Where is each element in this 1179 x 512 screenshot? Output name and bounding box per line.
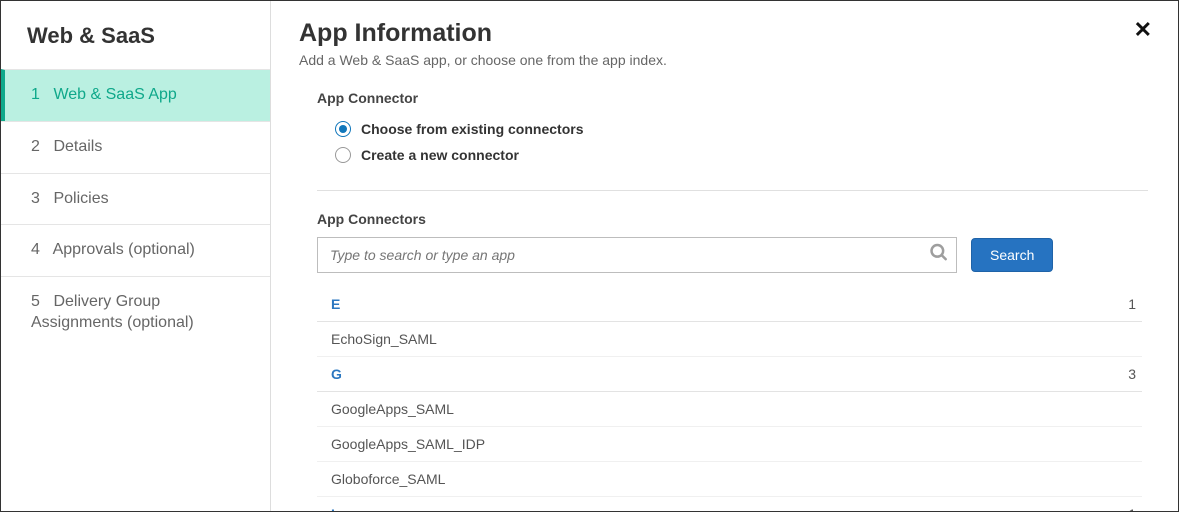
list-item[interactable]: GoogleApps_SAML_IDP	[317, 427, 1142, 462]
search-row: Search	[299, 237, 1148, 273]
app-connector-label: App Connector	[299, 90, 1148, 106]
step-label: Policies	[53, 190, 108, 207]
list-group-header[interactable]: L 1	[317, 497, 1142, 511]
list-group-header[interactable]: E 1	[317, 287, 1142, 322]
sidebar-title: Web & SaaS	[1, 1, 270, 69]
group-count: 3	[1128, 366, 1136, 382]
group-letter: G	[331, 366, 342, 382]
page-subtitle: Add a Web & SaaS app, or choose one from…	[299, 52, 1148, 68]
close-button[interactable]: ✕	[1134, 19, 1152, 41]
radio-new-connector[interactable]: Create a new connector	[335, 142, 1148, 168]
step-number: 2	[31, 137, 49, 158]
wizard-step-policies[interactable]: 3 Policies	[1, 173, 270, 225]
step-number: 1	[31, 85, 49, 106]
wizard-step-delivery-groups[interactable]: 5 Delivery Group Assignments (optional)	[1, 276, 270, 349]
step-label: Delivery Group Assignments (optional)	[31, 293, 194, 331]
list-group-header[interactable]: G 3	[317, 357, 1142, 392]
radio-label: Create a new connector	[361, 147, 519, 163]
close-icon: ✕	[1134, 17, 1152, 42]
step-label: Web & SaaS App	[53, 86, 176, 103]
search-button[interactable]: Search	[971, 238, 1053, 272]
radio-unselected-icon	[335, 147, 351, 163]
search-icon	[929, 243, 949, 268]
page-title: App Information	[299, 19, 1148, 48]
app-connectors-label: App Connectors	[299, 211, 1148, 227]
radio-label: Choose from existing connectors	[361, 121, 583, 137]
main-panel: ✕ App Information Add a Web & SaaS app, …	[271, 1, 1178, 511]
connector-radio-group: Choose from existing connectors Create a…	[299, 116, 1148, 168]
group-count: 1	[1128, 296, 1136, 312]
step-label: Approvals (optional)	[53, 241, 195, 258]
wizard-sidebar: Web & SaaS 1 Web & SaaS App 2 Details 3 …	[1, 1, 271, 511]
list-item[interactable]: Globoforce_SAML	[317, 462, 1142, 497]
list-item[interactable]: EchoSign_SAML	[317, 322, 1142, 357]
step-label: Details	[53, 138, 102, 155]
wizard-step-web-saas-app[interactable]: 1 Web & SaaS App	[1, 69, 270, 121]
radio-selected-icon	[335, 121, 351, 137]
connectors-list[interactable]: E 1 EchoSign_SAML G 3 GoogleApps_SAML Go…	[317, 287, 1148, 511]
group-letter: E	[331, 296, 340, 312]
dialog-frame: Web & SaaS 1 Web & SaaS App 2 Details 3 …	[0, 0, 1179, 512]
divider	[317, 190, 1148, 191]
search-input[interactable]	[317, 237, 957, 273]
radio-existing-connectors[interactable]: Choose from existing connectors	[335, 116, 1148, 142]
search-wrap	[317, 237, 957, 273]
group-letter: L	[331, 506, 340, 511]
step-number: 3	[31, 189, 49, 210]
wizard-step-approvals[interactable]: 4 Approvals (optional)	[1, 224, 270, 276]
step-number: 4	[31, 240, 49, 261]
step-number: 5	[31, 292, 49, 313]
list-item[interactable]: GoogleApps_SAML	[317, 392, 1142, 427]
wizard-step-details[interactable]: 2 Details	[1, 121, 270, 173]
group-count: 1	[1128, 506, 1136, 511]
